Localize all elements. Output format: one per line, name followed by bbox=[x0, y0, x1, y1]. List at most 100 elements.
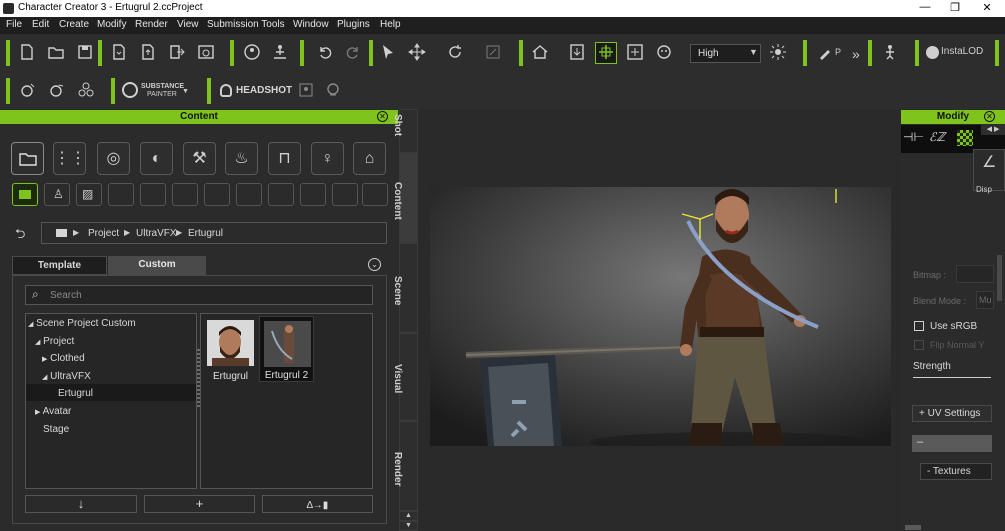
substance-dropdown-icon[interactable]: ▼ bbox=[182, 88, 189, 95]
sub-slot[interactable] bbox=[204, 183, 230, 206]
menu-submission-tools[interactable]: Submission Tools bbox=[207, 19, 285, 30]
bitmap-field[interactable] bbox=[956, 265, 994, 283]
sub-slot[interactable] bbox=[300, 183, 326, 206]
sub-slot[interactable] bbox=[332, 183, 358, 206]
headshot-photo-icon[interactable] bbox=[296, 81, 316, 101]
instalod-label[interactable]: InstaLOD bbox=[941, 46, 983, 57]
sub-slot[interactable] bbox=[362, 183, 388, 206]
sub-character-button[interactable]: ♙ bbox=[44, 183, 70, 206]
category-material-icon[interactable]: ◐ bbox=[140, 142, 173, 175]
texture-checker-icon[interactable] bbox=[957, 130, 973, 146]
open-folder-icon[interactable] bbox=[46, 43, 66, 63]
menu-file[interactable]: File bbox=[6, 19, 22, 30]
menu-modify[interactable]: Modify bbox=[97, 19, 126, 30]
download-icon[interactable] bbox=[567, 43, 587, 63]
category-hair-icon[interactable]: ◎ bbox=[97, 142, 130, 175]
tab-scene[interactable]: Scene bbox=[392, 243, 418, 333]
move-icon[interactable] bbox=[407, 43, 427, 63]
brush-icon[interactable] bbox=[816, 43, 836, 63]
menu-edit[interactable]: Edit bbox=[32, 19, 49, 30]
category-figure-icon[interactable]: ♀ bbox=[311, 142, 344, 175]
3d-viewport[interactable] bbox=[430, 187, 891, 446]
category-stage-icon[interactable]: ⌂ bbox=[353, 142, 386, 175]
headshot-label[interactable]: HEADSHOT bbox=[236, 85, 292, 96]
tab-custom[interactable]: Custom bbox=[108, 256, 206, 275]
uv-settings-button[interactable]: + UV Settings bbox=[912, 405, 992, 422]
apply-down-button[interactable]: ↓ bbox=[25, 495, 137, 513]
tab-template[interactable]: Template bbox=[12, 256, 107, 275]
sub-image-button[interactable]: ▨ bbox=[76, 183, 102, 206]
tab-scroll-down-icon[interactable]: ▼ bbox=[399, 521, 418, 531]
category-tools-icon[interactable]: ⚒ bbox=[183, 142, 216, 175]
morph-slider-icon[interactable]: ⊣⊢ bbox=[903, 130, 924, 144]
material-edit-icon[interactable]: ℰℤ bbox=[929, 130, 945, 144]
panel-scrollbar[interactable] bbox=[997, 255, 1002, 301]
category-folder-icon[interactable] bbox=[11, 142, 44, 175]
transfer-button[interactable]: ∆→▮ bbox=[262, 495, 373, 513]
tree-item-ultravfx[interactable]: ◢ UltraVFX bbox=[42, 371, 91, 382]
fit-view-icon[interactable] bbox=[595, 42, 617, 64]
morph-edit-icon[interactable] bbox=[47, 81, 67, 101]
tree-item-scene-project-custom[interactable]: ◢ Scene Project Custom bbox=[28, 318, 136, 329]
sub-slot[interactable] bbox=[172, 183, 198, 206]
tab-scroll-icon[interactable]: ◀ ▶ bbox=[981, 125, 1005, 135]
tab-visual[interactable]: Visual bbox=[392, 333, 418, 421]
tab-scroll-up-icon[interactable]: ▲ bbox=[399, 511, 418, 521]
select-arrow-icon[interactable] bbox=[378, 43, 398, 63]
puppet-icon[interactable] bbox=[880, 43, 900, 63]
panel-resize-handle[interactable] bbox=[905, 525, 921, 530]
face-icon[interactable] bbox=[654, 43, 674, 63]
rotate-icon[interactable] bbox=[445, 43, 465, 63]
add-button[interactable]: + bbox=[144, 495, 255, 513]
menu-plugins[interactable]: Plugins bbox=[337, 19, 370, 30]
collapse-chevron-icon[interactable]: ⌄ bbox=[368, 258, 381, 271]
tree-item-project[interactable]: ◢ Project bbox=[35, 336, 74, 347]
tab-render[interactable]: Render bbox=[392, 421, 418, 511]
render-queue-icon[interactable] bbox=[196, 43, 216, 63]
sub-slot[interactable] bbox=[140, 183, 166, 206]
sun-light-icon[interactable] bbox=[768, 43, 788, 63]
menu-render[interactable]: Render bbox=[135, 19, 168, 30]
thumbnail-ertugrul[interactable]: Ertugrul bbox=[203, 316, 258, 382]
breadcrumb-item[interactable]: Ertugrul bbox=[188, 228, 223, 239]
thumbnail-ertugrul-2[interactable]: Ertugrul 2 bbox=[259, 316, 314, 382]
maximize-button[interactable]: ❐ bbox=[940, 1, 970, 16]
category-bed-icon[interactable]: ⊓ bbox=[268, 142, 301, 175]
breadcrumb-item[interactable]: UltraVFX bbox=[136, 228, 177, 239]
close-window-button[interactable]: ✕ bbox=[972, 1, 1002, 16]
tree-item-ertugrul[interactable]: Ertugrul bbox=[58, 388, 93, 399]
textures-section-button[interactable]: - Textures bbox=[920, 463, 992, 480]
export-icon[interactable] bbox=[138, 43, 158, 63]
category-feet-icon[interactable]: ⋮⋮ bbox=[53, 142, 86, 175]
category-cloth-icon[interactable]: ♨ bbox=[225, 142, 258, 175]
search-input[interactable]: ⌕ Search bbox=[25, 285, 373, 305]
flip-normal-checkbox[interactable] bbox=[914, 340, 924, 350]
sub-slot[interactable] bbox=[236, 183, 262, 206]
pose-icon[interactable] bbox=[270, 43, 290, 63]
tree-item-avatar[interactable]: ▶ Avatar bbox=[35, 406, 71, 417]
headshot-head-icon[interactable] bbox=[323, 81, 343, 101]
import-icon[interactable] bbox=[109, 43, 129, 63]
home-icon[interactable] bbox=[530, 43, 550, 63]
minimize-button[interactable]: — bbox=[910, 1, 940, 16]
redo-icon[interactable] bbox=[343, 43, 363, 63]
substance-painter-logo-icon[interactable] bbox=[122, 82, 138, 98]
tab-content[interactable]: Content bbox=[392, 153, 418, 243]
tree-item-stage[interactable]: Stage bbox=[43, 424, 69, 435]
close-panel-icon[interactable]: ✕ bbox=[377, 111, 388, 122]
character-icon[interactable] bbox=[242, 43, 262, 63]
menu-help[interactable]: Help bbox=[380, 19, 401, 30]
sub-slot[interactable] bbox=[108, 183, 134, 206]
menu-create[interactable]: Create bbox=[59, 19, 89, 30]
undo-icon[interactable] bbox=[315, 43, 335, 63]
sub-folder-button[interactable] bbox=[12, 183, 38, 206]
overflow-chevron-icon[interactable]: » bbox=[852, 46, 860, 62]
back-arrow-icon[interactable]: ⮌ bbox=[15, 225, 25, 247]
collapsed-section-button[interactable]: – bbox=[912, 435, 992, 452]
use-srgb-checkbox[interactable] bbox=[914, 321, 924, 331]
morph-icon[interactable] bbox=[18, 81, 38, 101]
menu-window[interactable]: Window bbox=[293, 19, 329, 30]
quality-select[interactable]: High ▼ bbox=[690, 44, 761, 63]
strength-slider[interactable] bbox=[913, 377, 991, 378]
tree-item-clothed[interactable]: ▶ Clothed bbox=[42, 353, 85, 364]
